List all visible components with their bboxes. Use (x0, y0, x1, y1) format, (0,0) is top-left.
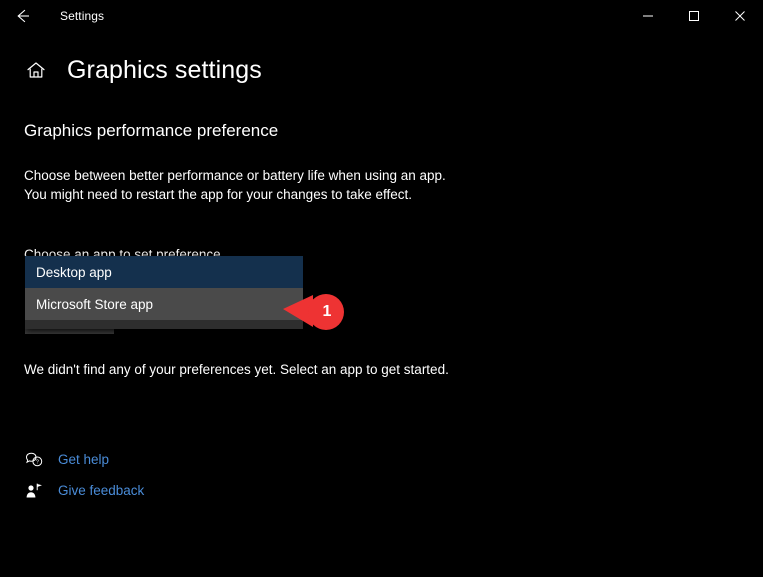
page-header: Graphics settings (24, 55, 262, 85)
arrow-left-icon (13, 6, 33, 26)
dropdown-collapsed-edge (25, 329, 114, 334)
dropdown-option-desktop-app[interactable]: Desktop app (25, 256, 303, 288)
page-title: Graphics settings (67, 56, 262, 84)
dropdown-popup: Desktop app Microsoft Store app (25, 256, 303, 329)
dropdown-option-label: Desktop app (36, 264, 112, 280)
status-text: We didn't find any of your preferences y… (24, 362, 449, 377)
main-content: Graphics performance preference Choose b… (24, 120, 724, 264)
close-button[interactable] (717, 0, 763, 32)
description: Choose between better performance or bat… (24, 166, 724, 204)
dropdown-option-label: Microsoft Store app (36, 296, 154, 312)
title-bar: Settings (0, 0, 763, 32)
window-controls (625, 0, 763, 32)
minimize-icon (642, 10, 654, 22)
callout-number: 1 (322, 303, 332, 320)
get-help-link[interactable]: ? Get help (24, 448, 144, 472)
footer-links: ? Get help Give feedback (24, 448, 144, 510)
app-type-dropdown[interactable]: Desktop app Microsoft Store app (25, 256, 303, 334)
description-line-1: Choose between better performance or bat… (24, 168, 446, 183)
svg-text:?: ? (36, 460, 39, 466)
dropdown-bottom-edge (25, 320, 303, 329)
help-bubble-icon: ? (24, 450, 44, 470)
minimize-button[interactable] (625, 0, 671, 32)
home-icon[interactable] (24, 58, 48, 82)
titlebar-title: Settings (60, 9, 105, 23)
maximize-button[interactable] (671, 0, 717, 32)
close-icon (734, 10, 746, 22)
get-help-label: Get help (58, 452, 110, 467)
back-button[interactable] (0, 0, 46, 32)
dropdown-option-microsoft-store-app[interactable]: Microsoft Store app (25, 288, 303, 320)
maximize-icon (688, 10, 700, 22)
feedback-person-icon (24, 481, 44, 501)
give-feedback-label: Give feedback (58, 483, 145, 498)
give-feedback-link[interactable]: Give feedback (24, 479, 144, 503)
description-line-2: You might need to restart the app for yo… (24, 187, 412, 202)
section-heading: Graphics performance preference (24, 121, 279, 140)
